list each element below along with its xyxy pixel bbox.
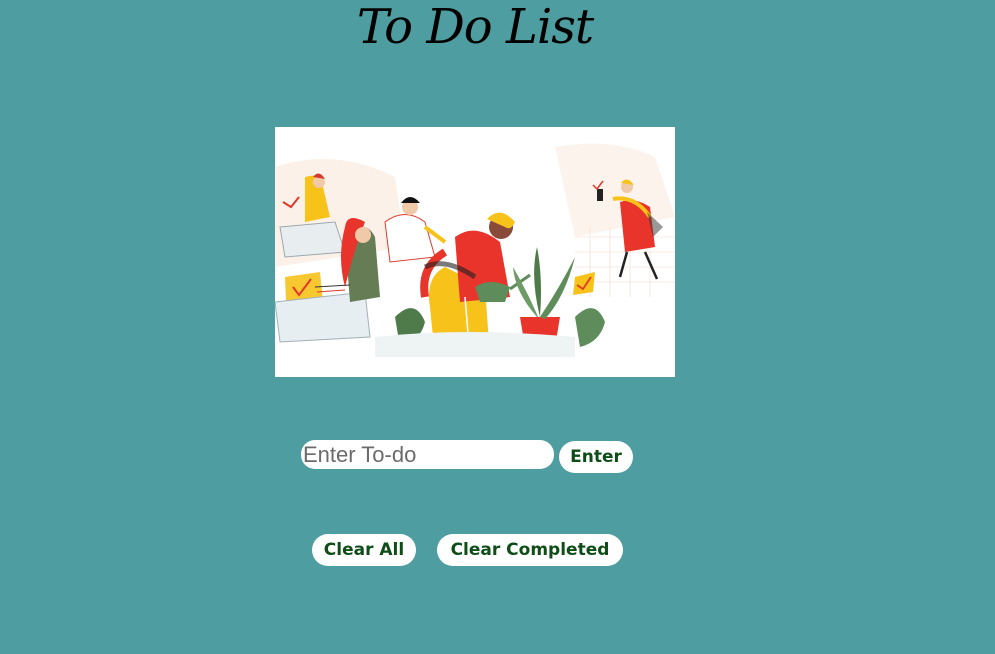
clear-all-button[interactable]: Clear All	[312, 534, 416, 566]
enter-button[interactable]: Enter	[559, 441, 633, 473]
todo-input[interactable]	[301, 440, 554, 469]
clear-completed-button[interactable]: Clear Completed	[437, 534, 623, 566]
page-title: To Do List	[356, 0, 594, 55]
tasks-illustration	[275, 127, 675, 377]
